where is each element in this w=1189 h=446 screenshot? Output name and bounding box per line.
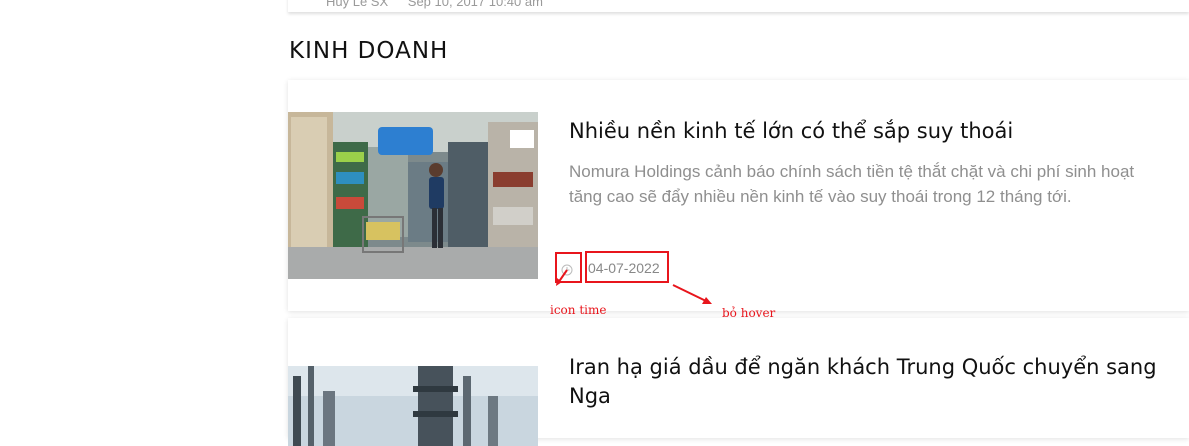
annotation-icon-label: icon time (550, 303, 607, 317)
annotation-hover-label: bỏ hover (722, 306, 776, 320)
annotation-arrows (556, 269, 712, 304)
